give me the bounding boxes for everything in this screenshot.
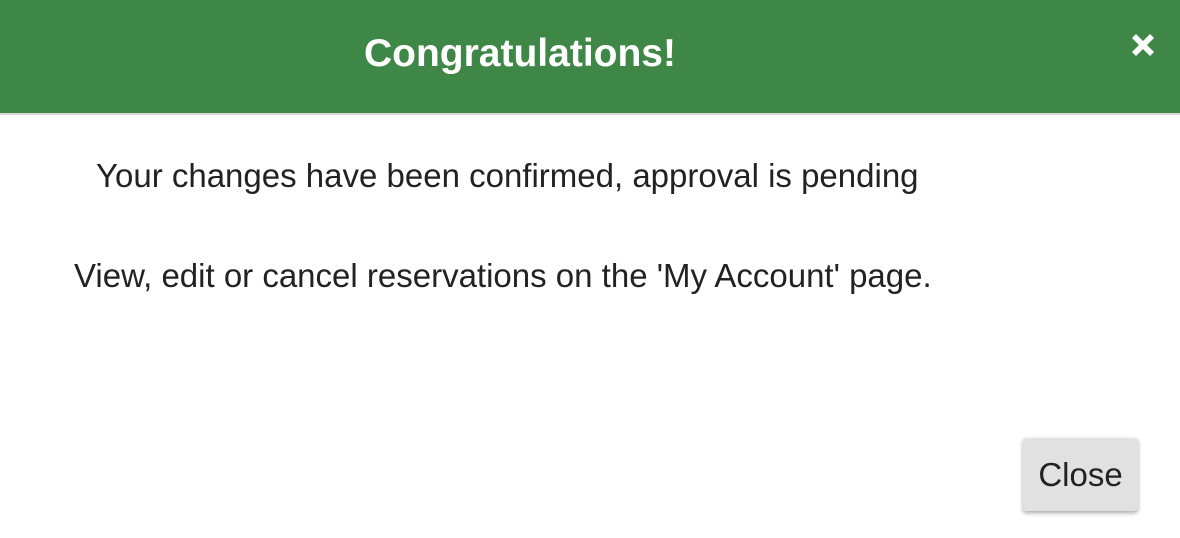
confirmation-message: Your changes have been confirmed, approv… bbox=[96, 157, 919, 194]
dialog-header: Congratulations! bbox=[0, 0, 1180, 115]
account-info-message: View, edit or cancel reservations on the… bbox=[74, 257, 932, 294]
dialog-title: Congratulations! bbox=[364, 32, 676, 75]
close-x-icon[interactable] bbox=[1128, 30, 1158, 60]
confirmation-dialog: Congratulations! Your changes have been … bbox=[0, 0, 1180, 538]
close-button[interactable]: Close bbox=[1023, 438, 1138, 511]
